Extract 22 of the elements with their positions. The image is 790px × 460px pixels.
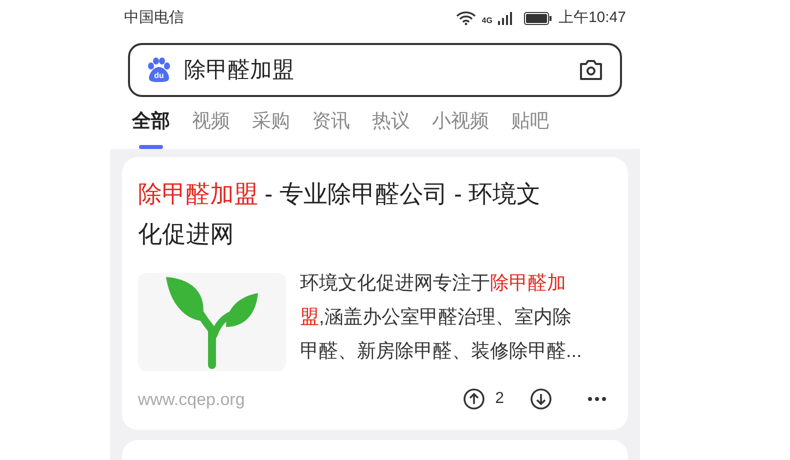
result-title[interactable]: 除甲醛加盟 - 专业除甲醛公司 - 环境文化促进网 bbox=[138, 174, 612, 254]
search-tab[interactable]: 小视频 bbox=[432, 108, 489, 148]
search-bar[interactable]: du 除甲醛加盟 bbox=[128, 42, 622, 96]
search-tab[interactable]: 视频 bbox=[192, 108, 230, 148]
result-snippet: 环境文化促进网专注于除甲醛加盟,涵盖办公室甲醛治理、室内除甲醛、新房除甲醛、装修除甲醛... bbox=[300, 272, 583, 364]
search-tab[interactable]: 贴吧 bbox=[511, 108, 549, 148]
battery-icon bbox=[524, 12, 552, 25]
search-field[interactable]: 除甲醛加盟 bbox=[184, 53, 566, 86]
paw-logo: du bbox=[146, 56, 172, 82]
search-tab[interactable]: 全部 bbox=[132, 108, 170, 148]
search-tab[interactable]: 采购 bbox=[252, 108, 290, 148]
wifi-icon bbox=[456, 11, 476, 26]
search-tab[interactable]: 资讯 bbox=[312, 108, 350, 148]
network-label: 4G bbox=[482, 15, 492, 27]
clock-time: 上午10:47 bbox=[558, 8, 626, 28]
more-icon[interactable] bbox=[588, 397, 606, 402]
search-tab[interactable]: 热议 bbox=[372, 108, 410, 148]
result-url: www.cqep.org bbox=[138, 388, 245, 410]
signal-icon bbox=[498, 12, 512, 25]
carrier-name: 中国电信 bbox=[124, 8, 184, 28]
camera-icon[interactable] bbox=[578, 58, 604, 82]
upvote-count: 2 bbox=[495, 389, 504, 410]
